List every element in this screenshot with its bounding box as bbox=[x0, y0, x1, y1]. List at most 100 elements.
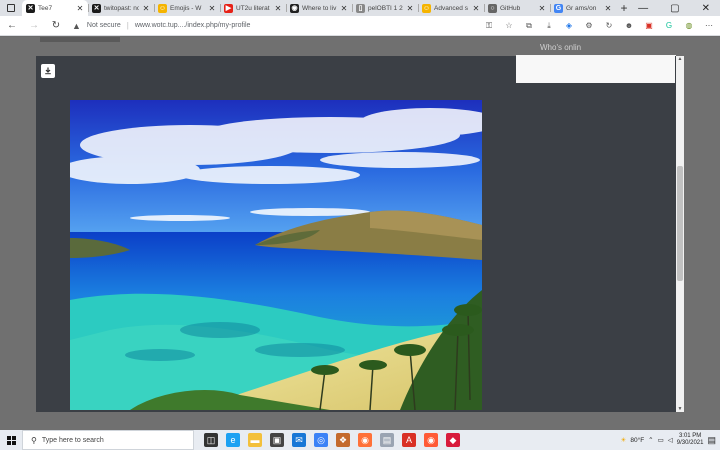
tab-favicon-icon: ◉ bbox=[290, 3, 299, 13]
reload-button[interactable]: ↻ bbox=[50, 20, 62, 31]
tab-close-icon[interactable]: ✕ bbox=[604, 4, 612, 13]
url-text[interactable]: www.wotc.tup..../index.php/my-profile bbox=[135, 22, 251, 29]
browser-tab-strip: ✕ Tee7 ✕ ✕ twitopast: no ✕ ☺ Emojis - W ✕ ▶ UT2u l… bbox=[0, 0, 720, 16]
file-explorer-icon[interactable]: ▬ bbox=[248, 433, 262, 447]
volume-icon[interactable]: ◁ bbox=[668, 436, 673, 444]
red-app-icon[interactable]: ◆ bbox=[446, 433, 460, 447]
browser-tab[interactable]: ☺ Emojis - W ✕ bbox=[154, 0, 220, 16]
browser-tab[interactable]: ◉ Where to liv ✕ bbox=[286, 0, 352, 16]
browser-tab[interactable]: ✕ Tee7 ✕ bbox=[22, 0, 88, 16]
background-text-bar bbox=[40, 37, 120, 42]
acrobat-icon[interactable]: A bbox=[402, 433, 416, 447]
forward-button[interactable]: → bbox=[28, 20, 40, 31]
edge-icon[interactable]: e bbox=[226, 433, 240, 447]
browser-tab[interactable]: ☺ Advanced s ✕ bbox=[418, 0, 484, 16]
tab-close-icon[interactable]: ✕ bbox=[472, 4, 480, 13]
app-icon[interactable]: ❖ bbox=[336, 433, 350, 447]
search-placeholder: Type here to search bbox=[41, 436, 104, 444]
chrome-icon[interactable]: ◎ bbox=[314, 433, 328, 447]
page-content: Who's onlin ▲ ▼ bbox=[0, 37, 720, 430]
warning-icon[interactable]: ▲ bbox=[72, 21, 81, 31]
tab-close-icon[interactable]: ✕ bbox=[208, 4, 216, 13]
new-tab-button[interactable]: + bbox=[616, 0, 632, 16]
more-icon[interactable]: ⋯ bbox=[704, 21, 714, 31]
weather-icon[interactable]: ☀ bbox=[621, 436, 627, 444]
refresh-icon[interactable]: ↻ bbox=[604, 21, 614, 31]
network-icon[interactable]: ▭ bbox=[658, 436, 664, 444]
settings-icon[interactable]: ⚙ bbox=[584, 21, 594, 31]
tab-close-icon[interactable]: ✕ bbox=[142, 4, 150, 13]
profile-icon[interactable]: ☻ bbox=[624, 21, 634, 31]
tab-close-icon[interactable]: ✕ bbox=[274, 4, 282, 13]
star-icon[interactable]: ☆ bbox=[504, 21, 514, 31]
browser-tab[interactable]: G Gr ams/on ✕ bbox=[550, 0, 616, 16]
close-window-button[interactable]: ✕ bbox=[702, 3, 710, 14]
tab-title: Tee7 bbox=[38, 4, 53, 12]
mail-icon[interactable]: ✉ bbox=[292, 433, 306, 447]
shield-icon[interactable]: ◈ bbox=[564, 21, 574, 31]
url-separator: | bbox=[126, 21, 129, 30]
sidebar-heading: Who's onlin bbox=[540, 43, 582, 52]
taskbar-apps: ◫ e ▬ ▣ ✉ ◎ ❖ ◉ ▤ A ◉ ◆ bbox=[194, 433, 460, 447]
search-icon: ⚲ bbox=[31, 435, 37, 445]
security-label: Not secure bbox=[86, 22, 121, 29]
tab-title: Where to liv bbox=[302, 4, 337, 12]
pdf-icon[interactable]: ▣ bbox=[644, 21, 654, 31]
page-scrollbar[interactable]: ▲ ▼ bbox=[676, 56, 684, 412]
tab-close-icon[interactable]: ✕ bbox=[406, 4, 414, 13]
back-button[interactable]: ← bbox=[6, 20, 18, 31]
clock[interactable]: 3:01 PM 9/30/2021 bbox=[677, 433, 704, 447]
address-bar[interactable]: ▲ Not secure | www.wotc.tup..../index.ph… bbox=[72, 19, 472, 33]
tab-title: Advanced s bbox=[434, 4, 468, 12]
key-icon[interactable]: ⚿ bbox=[484, 21, 494, 31]
scroll-down-icon[interactable]: ▼ bbox=[676, 406, 684, 412]
clock-date: 9/30/2021 bbox=[676, 440, 704, 446]
tab-favicon-icon: ▯ bbox=[356, 3, 365, 13]
tab-title: pelOBTI 1 2 bbox=[368, 4, 403, 12]
toolbar-icons: ⚿ ☆ ⧉ ⤓ ◈ ⚙ ↻ ☻ ▣ G ◍ ⋯ bbox=[484, 21, 714, 31]
grammarly-icon[interactable]: G bbox=[664, 21, 674, 31]
windows-taskbar: ⚲ Type here to search ◫ e ▬ ▣ ✉ ◎ ❖ ◉ ▤ A ◉ ◆ ☀ 80°… bbox=[0, 430, 720, 450]
side-panel-header bbox=[516, 56, 675, 83]
avatar-icon[interactable]: ◍ bbox=[684, 21, 694, 31]
tab-close-icon[interactable]: ✕ bbox=[538, 4, 546, 13]
lightbox-photo bbox=[70, 100, 482, 410]
scroll-up-icon[interactable]: ▲ bbox=[676, 56, 684, 62]
clock-time: 3:01 PM bbox=[678, 433, 702, 439]
tab-favicon-icon: ✕ bbox=[26, 3, 35, 13]
tab-close-icon[interactable]: ✕ bbox=[340, 4, 348, 13]
store-icon[interactable]: ▣ bbox=[270, 433, 284, 447]
tray-chevron-icon[interactable]: ⌃ bbox=[648, 436, 653, 444]
taskbar-search[interactable]: ⚲ Type here to search bbox=[22, 430, 194, 450]
weather-temp[interactable]: 80°F bbox=[630, 437, 644, 444]
browser-tab[interactable]: ✕ twitopast: no ✕ bbox=[88, 0, 154, 16]
tab-close-icon[interactable]: ✕ bbox=[76, 4, 84, 13]
tab-title: GitHub bbox=[500, 4, 521, 12]
scrollbar-thumb[interactable] bbox=[677, 166, 683, 281]
download-icon[interactable]: ⤓ bbox=[544, 21, 554, 31]
download-button[interactable] bbox=[41, 64, 55, 78]
tab-favicon-icon: ○ bbox=[488, 3, 497, 13]
tab-favicon-icon: ☺ bbox=[422, 3, 431, 13]
extensions-icon[interactable]: ⧉ bbox=[524, 21, 534, 31]
beach-photo-image bbox=[70, 100, 482, 410]
firefox-icon[interactable]: ◉ bbox=[358, 433, 372, 447]
browser-tab[interactable]: ▯ pelOBTI 1 2 ✕ bbox=[352, 0, 418, 16]
browser-tab[interactable]: ○ GitHub ✕ bbox=[484, 0, 550, 16]
tab-favicon-icon: G bbox=[554, 3, 563, 13]
browser-tab[interactable]: ▶ UT2u literat ✕ bbox=[220, 0, 286, 16]
window-controls: — ▢ ✕ bbox=[638, 0, 720, 16]
browser-toolbar: ← → ↻ ▲ Not secure | www.wotc.tup..../in… bbox=[0, 16, 720, 36]
firefox-alt-icon[interactable]: ◉ bbox=[424, 433, 438, 447]
minimize-button[interactable]: — bbox=[638, 3, 648, 14]
tab-title: Gr ams/on bbox=[566, 4, 597, 12]
tab-actions-button[interactable] bbox=[0, 0, 22, 16]
start-button[interactable] bbox=[0, 435, 22, 445]
download-icon bbox=[45, 67, 51, 75]
maximize-button[interactable]: ▢ bbox=[670, 3, 679, 14]
task-view-icon[interactable]: ◫ bbox=[204, 433, 218, 447]
system-tray: ☀ 80°F ⌃ ▭ ◁ 3:01 PM 9/30/2021 ▤ bbox=[621, 433, 720, 447]
image-lightbox bbox=[36, 56, 516, 412]
folder-icon[interactable]: ▤ bbox=[380, 433, 394, 447]
notifications-icon[interactable]: ▤ bbox=[707, 435, 716, 446]
